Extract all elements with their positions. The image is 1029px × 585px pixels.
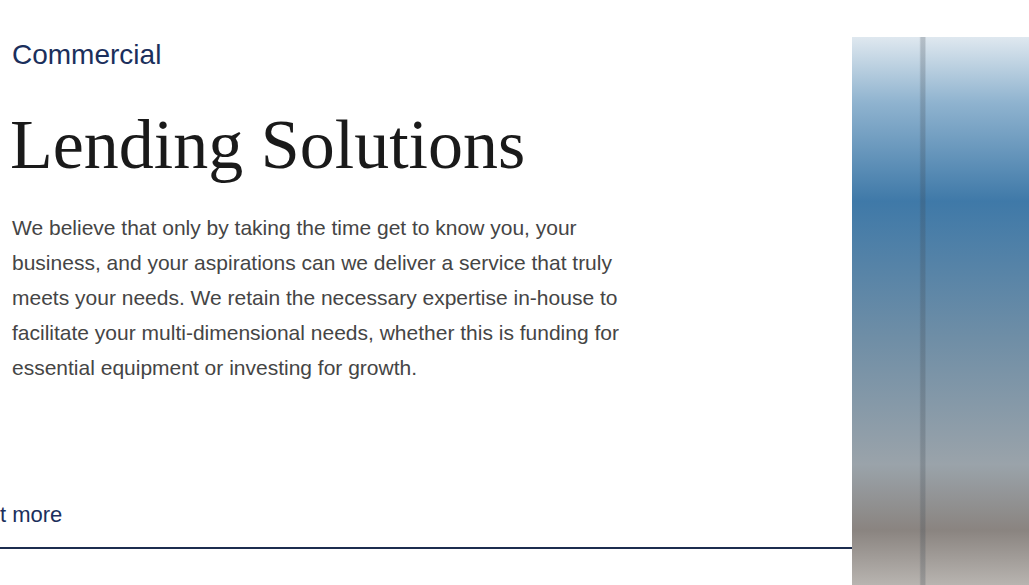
lending-section: Commercial Lending Solutions We believe th… (0, 0, 1029, 585)
divider-line (0, 547, 852, 549)
section-kicker: Commercial (12, 38, 852, 72)
section-title: Lending Solutions (10, 105, 852, 184)
text-column: Commercial Lending Solutions We believe th… (0, 0, 852, 585)
section-body: We believe that only by taking the time … (12, 210, 632, 385)
photo-column (852, 0, 1029, 585)
find-out-more-link[interactable]: t more (0, 500, 852, 530)
building-photo (852, 37, 1029, 585)
